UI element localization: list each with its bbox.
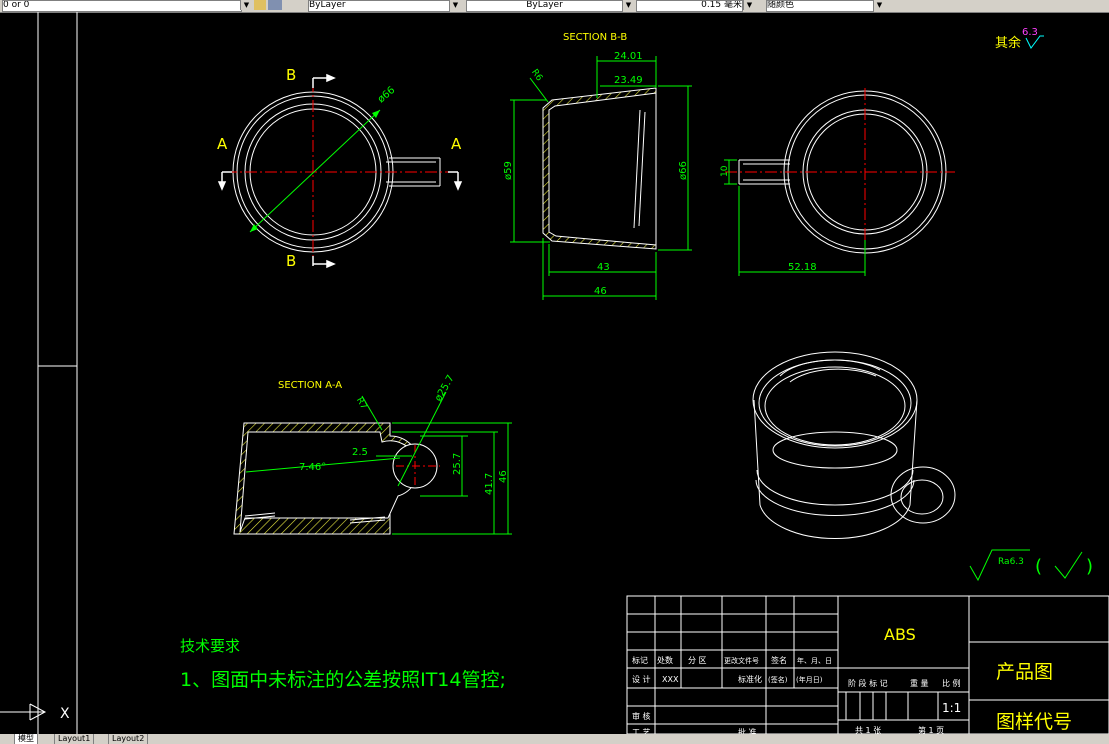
row-approve: 批 准 bbox=[738, 727, 757, 734]
linetype-dropdown[interactable]: ByLayer bbox=[466, 0, 623, 12]
sheets-total: 共 1 张 bbox=[855, 726, 881, 734]
section-aa-title: SECTION A-A bbox=[278, 380, 342, 391]
date-placeholder: (年月日) bbox=[796, 675, 823, 684]
lineweight-dropdown[interactable]: 0.15 毫米 bbox=[636, 0, 743, 12]
svg-text:(: ( bbox=[1035, 556, 1042, 577]
tab-layout2[interactable]: Layout2 bbox=[108, 734, 149, 744]
section-label-b-bottom: B bbox=[286, 252, 296, 270]
dim-24-01: 24.01 bbox=[614, 51, 643, 62]
dim-2-5: 2.5 bbox=[352, 447, 368, 458]
tab-layout1[interactable]: Layout1 bbox=[54, 734, 95, 744]
section-label-b-top: B bbox=[286, 66, 296, 84]
left-frame bbox=[37, 12, 78, 734]
dim-46-vertical: 46 bbox=[498, 470, 509, 483]
section-bb-title: SECTION B-B bbox=[563, 32, 627, 43]
chevron-down-icon[interactable]: ▼ bbox=[743, 0, 755, 10]
dim-phi66-vertical: ø66 bbox=[678, 161, 689, 180]
col-zone: 分 区 bbox=[688, 656, 707, 665]
section-aa-view: SECTION A-A 7.46° 2.5 R7 ø25.7 25.7 41.7… bbox=[233, 373, 512, 535]
product-drawing-label: 产品图 bbox=[996, 661, 1053, 683]
dim-46: 46 bbox=[594, 286, 607, 297]
dim-41-7: 41.7 bbox=[484, 473, 495, 495]
col-date: 年、月、日 bbox=[797, 656, 832, 665]
dim-25-7: 25.7 bbox=[452, 453, 463, 475]
dim-43: 43 bbox=[597, 262, 610, 273]
row-review: 审 核 bbox=[632, 711, 651, 721]
col-change-doc: 更改文件号 bbox=[724, 656, 759, 665]
plotstyle-dropdown[interactable]: 随颜色 bbox=[766, 0, 874, 12]
color-dropdown[interactable]: ByLayer bbox=[308, 0, 450, 12]
dim-r6: R6 bbox=[529, 68, 544, 84]
sheet-number: 第 1 页 bbox=[918, 725, 944, 734]
dim-52-18: 52.18 bbox=[788, 262, 817, 273]
roughness-value: 6.3 bbox=[1022, 27, 1038, 38]
tech-req-line1: 1、图面中未标注的公差按照IT14管控; bbox=[180, 669, 506, 691]
dim-phi66: ø66 bbox=[376, 85, 398, 106]
stage-mark: 阶 段 标 记 bbox=[848, 678, 888, 688]
dim-phi59: ø59 bbox=[503, 161, 514, 180]
col-count: 处数 bbox=[657, 655, 673, 665]
section-label-a-left: A bbox=[217, 135, 228, 153]
dim-10: 10 bbox=[720, 165, 730, 177]
designer-name: XXX bbox=[662, 675, 679, 684]
row-design: 设 计 bbox=[632, 674, 651, 684]
dim-r7: R7 bbox=[354, 396, 369, 411]
roughness-ra: Ra6.3 bbox=[998, 557, 1024, 567]
layer-previous-icon[interactable] bbox=[268, 0, 282, 10]
roughness-rest-label: 其余 bbox=[995, 35, 1021, 51]
roughness-note-bottom: Ra6.3 ( ) bbox=[969, 549, 1093, 582]
top-view-right: 52.18 10 bbox=[720, 88, 955, 276]
layer-state-icon[interactable] bbox=[254, 0, 266, 10]
scale-value: 1:1 bbox=[942, 701, 961, 715]
svg-text:): ) bbox=[1086, 556, 1093, 577]
chevron-down-icon[interactable]: ▼ bbox=[622, 0, 634, 10]
svg-text:X: X bbox=[60, 706, 70, 722]
isometric-view bbox=[752, 351, 956, 540]
tech-req-title: 技术要求 bbox=[180, 637, 240, 655]
drawing-canvas[interactable]: X ø66 B B A A SECTION B-B 24.01 23.49 R6… bbox=[0, 12, 1109, 734]
top-view-left: ø66 B B A A bbox=[217, 66, 463, 270]
dim-7-46: 7.46° bbox=[299, 462, 326, 473]
weight-label: 重 量 bbox=[910, 678, 929, 688]
chevron-down-icon[interactable]: ▼ bbox=[240, 0, 252, 10]
scale-label: 比 例 bbox=[942, 678, 961, 688]
layout-tabs: 模型 Layout1 Layout2 bbox=[0, 734, 1109, 744]
title-block-text: ABS 产品图 图样代号 标记 处数 分 区 更改文件号 签名 年、月、日 设 … bbox=[632, 625, 1072, 734]
sign-placeholder: (签名) bbox=[768, 675, 788, 684]
roughness-note-top: 其余 6.3 bbox=[995, 27, 1044, 51]
col-mark: 标记 bbox=[632, 655, 648, 665]
col-sign: 签名 bbox=[771, 655, 787, 665]
row-standard: 标准化 bbox=[738, 674, 762, 684]
dim-phi25-7: ø25.7 bbox=[433, 373, 457, 403]
drawing-number-label: 图样代号 bbox=[996, 711, 1072, 733]
chevron-down-icon[interactable]: ▼ bbox=[449, 0, 461, 10]
section-bb-view: SECTION B-B 24.01 23.49 R6 ø59 ø66 43 46 bbox=[503, 32, 692, 300]
tab-model[interactable]: 模型 bbox=[14, 734, 38, 744]
dim-23-49: 23.49 bbox=[614, 75, 643, 86]
chevron-down-icon[interactable]: ▼ bbox=[873, 0, 885, 10]
material-label: ABS bbox=[884, 625, 916, 644]
ucs-icon: X bbox=[0, 703, 70, 722]
section-label-a-right: A bbox=[451, 135, 462, 153]
layer-dropdown[interactable]: 0 or 0 bbox=[2, 0, 242, 12]
